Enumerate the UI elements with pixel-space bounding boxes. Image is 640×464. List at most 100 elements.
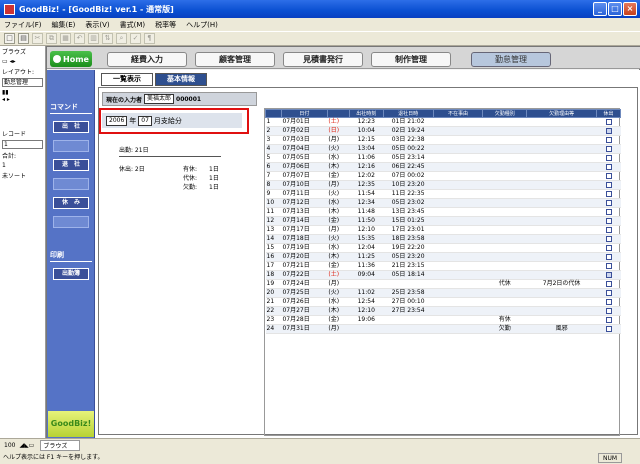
table-row[interactable]: 1 07月01日 (土) 12:23 01日 21:02 [265,117,621,127]
table-row[interactable]: 9 07月11日 (火) 11:54 11日 22:35 [265,189,621,199]
rest-button[interactable]: 休 み [53,197,89,209]
table-row[interactable]: 17 07月21日 (金) 11:36 21日 23:15 [265,261,621,271]
tab-customer[interactable]: 顧客管理 [195,52,275,67]
close-button[interactable]: × [623,2,637,16]
zoom-icons[interactable]: ◢◣▭ [19,442,34,449]
holiday-work-checkbox[interactable] [605,298,612,305]
menu-edit[interactable]: 編集(E) [52,20,76,30]
layout-select[interactable]: 勤怠管理 [2,78,43,87]
new-icon[interactable]: □ [4,33,15,44]
table-row[interactable]: 23 07月28日 (金) 19:06 有休 [265,315,621,325]
holiday-work-checkbox[interactable] [605,307,612,314]
table-row[interactable]: 10 07月12日 (水) 12:34 05日 23:02 [265,198,621,208]
table-row[interactable]: 2 07月02日 (日) 10:04 02日 19:24 [265,126,621,136]
holiday-work-checkbox[interactable] [605,316,612,323]
tab-attendance[interactable]: 勤怠管理 [471,52,551,67]
attendance-sheet-button[interactable]: 出勤簿 [53,268,89,280]
menu-format[interactable]: 書式(M) [120,20,146,30]
table-row[interactable]: 13 07月17日 (月) 12:10 17日 23:01 [265,225,621,235]
holiday-work-checkbox[interactable] [605,244,612,251]
paste-icon[interactable]: ▦ [60,33,71,44]
book-icon[interactable]: ▭ ◂▸ [0,57,45,66]
table-row[interactable]: 19 07月24日 (月) 代休 7月2日の代休 [265,279,621,289]
sort-icon[interactable]: ⇅ [102,33,113,44]
record-field[interactable]: 1 [2,140,43,149]
holiday-work-checkbox[interactable] [605,172,612,179]
table-row[interactable]: 14 07月18日 (火) 15:35 18日 23:58 [265,234,621,244]
find-icon[interactable]: ⌕ [116,33,127,44]
menu-view[interactable]: 表示(V) [85,20,109,30]
row-holiday-work-cell [596,117,621,127]
tab-production[interactable]: 制作管理 [371,52,451,67]
table-row[interactable]: 6 07月06日 (木) 12:16 06日 22:45 [265,162,621,172]
clock-out-button[interactable]: 退 社 [53,159,89,171]
holiday-work-checkbox[interactable] [605,154,612,161]
undo-icon[interactable]: ↶ [74,33,85,44]
cut-icon[interactable]: ✂ [32,33,43,44]
row-absence-note [526,153,597,163]
menu-file[interactable]: ファイル(F) [4,20,42,30]
mode-select[interactable]: ブラウズ [40,440,81,451]
holiday-work-checkbox[interactable] [605,280,612,287]
row-index: 22 [265,306,282,316]
menu-tax[interactable]: 税率等 [155,20,176,30]
home-button[interactable]: Home [50,51,92,67]
holiday-work-checkbox[interactable] [605,217,612,224]
hint-bar: ヘルプ表示には F1 キーを押します。 NUM [0,452,640,464]
table-row[interactable]: 11 07月13日 (木) 11:48 13日 23:45 [265,207,621,217]
table-icon[interactable]: ▥ [88,33,99,44]
holiday-work-checkbox[interactable] [605,190,612,197]
holiday-work-checkbox[interactable] [605,136,612,143]
tab-basic-info[interactable]: 基本情報 [155,73,207,86]
user-name-field[interactable]: 美福太郎 [144,94,175,104]
year-field[interactable]: 2006 [106,115,128,126]
holiday-work-checkbox[interactable] [605,181,612,188]
table-row[interactable]: 8 07月10日 (月) 12:35 10日 23:20 [265,180,621,190]
row-holiday-work-cell [596,315,621,325]
row-index: 2 [265,126,282,136]
table-row[interactable]: 20 07月25日 (火) 11:02 25日 23:58 [265,288,621,298]
minimize-button[interactable]: _ [593,2,607,16]
holiday-work-checkbox[interactable] [605,289,612,296]
holiday-work-checkbox[interactable] [605,145,612,152]
table-row[interactable]: 22 07月27日 (木) 12:10 27日 23:54 [265,306,621,316]
month-field[interactable]: 07 [138,115,152,126]
spell-icon[interactable]: ✓ [130,33,141,44]
holiday-work-checkbox[interactable] [605,163,612,170]
print-icon[interactable]: ▤ [18,33,29,44]
record-nav-icon[interactable]: ▮▮ ◂ ▸ [0,88,45,128]
row-absence-type [482,180,527,190]
row-out-time: 21日 23:15 [383,261,434,271]
tab-expense[interactable]: 経費入力 [107,52,187,67]
holiday-work-checkbox[interactable] [605,127,612,134]
tab-list-view[interactable]: 一覧表示 [101,73,153,86]
holiday-work-checkbox[interactable] [605,118,612,125]
copy-icon[interactable]: ⧉ [46,33,57,44]
row-index: 20 [265,288,282,298]
menu-help[interactable]: ヘルプ(H) [186,20,218,30]
clock-in-button[interactable]: 出 社 [53,121,89,133]
maximize-button[interactable]: □ [608,2,622,16]
table-row[interactable]: 5 07月05日 (水) 11:06 05日 23:14 [265,153,621,163]
zoom-level[interactable]: 100 [4,442,15,449]
holiday-work-checkbox[interactable] [605,226,612,233]
table-row[interactable]: 16 07月20日 (木) 11:25 05日 23:20 [265,252,621,262]
table-row[interactable]: 24 07月31日 (月) 欠勤 風邪 [265,324,621,334]
holiday-work-checkbox[interactable] [605,208,612,215]
holiday-work-checkbox[interactable] [605,271,612,278]
holiday-work-checkbox[interactable] [605,235,612,242]
holiday-work-checkbox[interactable] [605,253,612,260]
table-row[interactable]: 18 07月22日 (土) 09:04 05日 18:14 [265,270,621,280]
holiday-work-checkbox[interactable] [605,325,612,332]
table-row[interactable]: 3 07月03日 (月) 12:15 03日 22:38 [265,135,621,145]
table-row[interactable]: 4 07月04日 (火) 13:04 05日 00:22 [265,144,621,154]
table-row[interactable]: 12 07月14日 (金) 11:50 15日 01:25 [265,216,621,226]
table-row[interactable]: 15 07月19日 (水) 12:04 19日 22:20 [265,243,621,253]
holiday-work-checkbox[interactable] [605,262,612,269]
table-row[interactable]: 21 07月26日 (水) 12:54 27日 00:10 [265,297,621,307]
tab-quote[interactable]: 見積書発行 [283,52,363,67]
table-row[interactable]: 7 07月07日 (金) 12:02 07日 00:02 [265,171,621,181]
row-holiday-work-cell [596,162,621,172]
holiday-work-checkbox[interactable] [605,199,612,206]
format-icon[interactable]: ¶ [144,33,155,44]
